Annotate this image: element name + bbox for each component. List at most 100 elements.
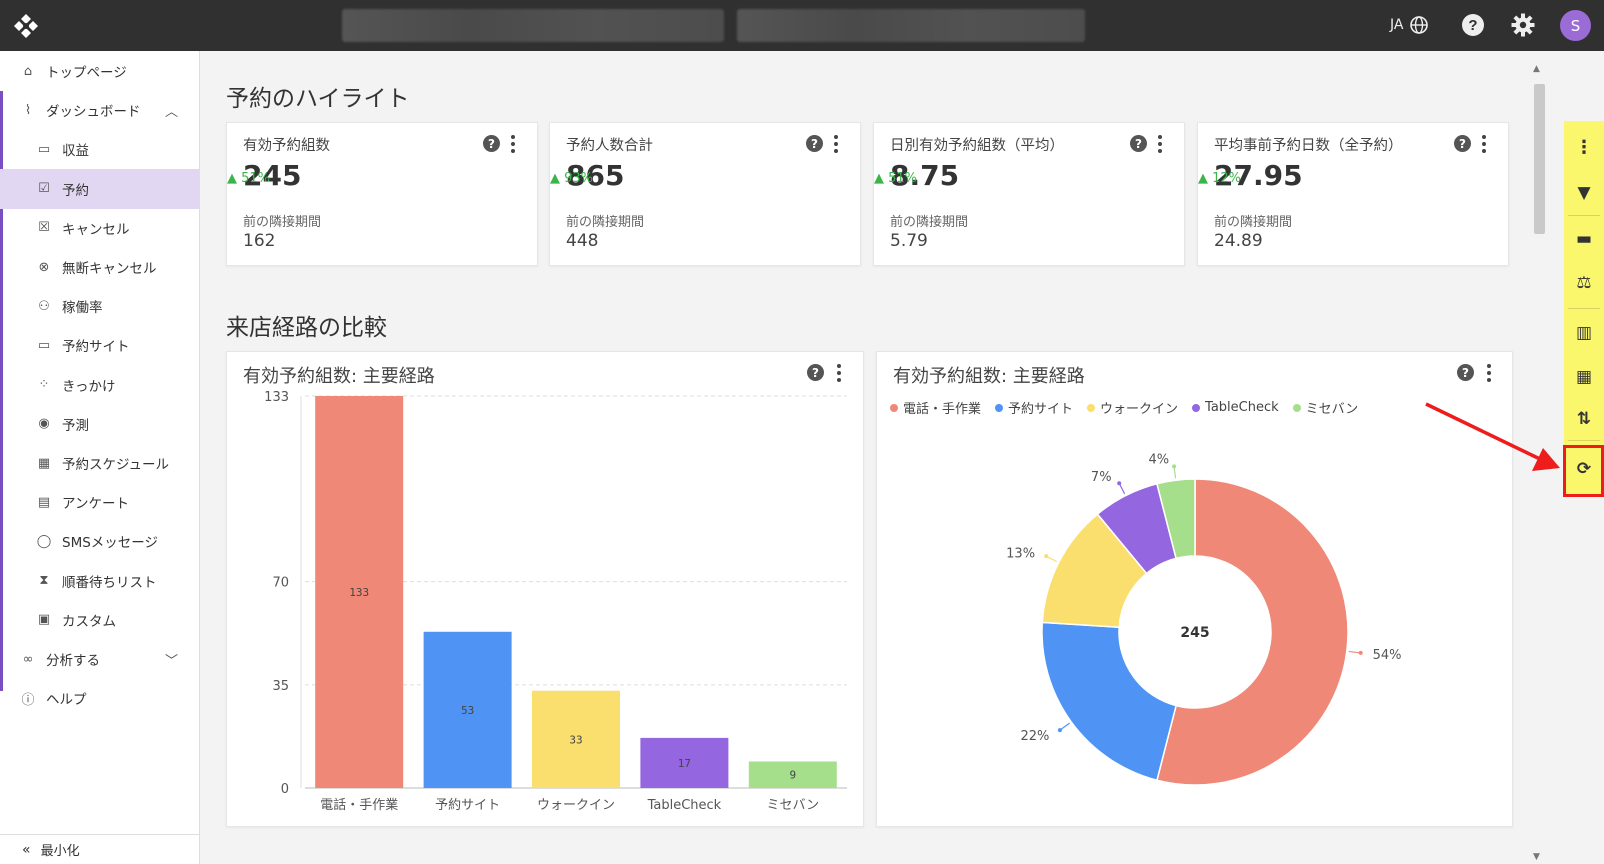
custom-chart-icon: ▣ xyxy=(37,612,51,628)
kpi-change-value: 51% xyxy=(241,171,271,186)
sidebar-item-label: 分析する xyxy=(46,653,100,669)
x-tick-label: ミセバン xyxy=(766,798,819,813)
more-icon[interactable] xyxy=(833,135,839,153)
legend-swatch xyxy=(1292,403,1301,412)
user-avatar[interactable]: S xyxy=(1560,10,1591,41)
sidebar-item[interactable]: ▣ カスタム xyxy=(0,600,200,640)
sidebar-item-label: きっかけ xyxy=(62,378,116,395)
sidebar-item-label: 予約サイト xyxy=(62,339,130,356)
sidebar-item[interactable]: ⌇ ダッシュボード ︿ xyxy=(0,90,200,130)
kpi-previous-label: 前の隣接期間 xyxy=(243,215,322,230)
sidebar-item[interactable]: ◉ 予測 xyxy=(0,404,200,444)
sidebar-item[interactable]: ▦ 予約スケジュール xyxy=(0,443,200,483)
minimize-button[interactable]: « 最小化 xyxy=(0,834,200,864)
language-switch[interactable]: JA xyxy=(1390,15,1429,35)
sidebar-item[interactable]: ▭ 予約サイト xyxy=(0,325,200,365)
legend-item[interactable]: ミセバン xyxy=(1292,398,1358,417)
sidebar-item-label: 予測 xyxy=(62,417,89,434)
legend-item[interactable]: ウォークイン xyxy=(1087,398,1178,417)
x-tick-label: 予約サイト xyxy=(435,798,500,813)
slice-data-label: 4% xyxy=(1148,452,1169,467)
sidebar-item[interactable]: ☑ 予約 xyxy=(0,168,200,209)
up-triangle-icon: ▲ xyxy=(1198,171,1208,186)
binoculars-icon: ∞ xyxy=(22,651,34,667)
help-icon[interactable]: ? xyxy=(1460,12,1486,38)
bar-chart: 0 35 70 133 133 電話・手作業 53 予約サイト 33 ウォークイン 17 TableC… xyxy=(264,390,847,813)
bar-chart-icon[interactable]: ▥ xyxy=(1564,311,1604,355)
sidebar-item-label: ヘルプ xyxy=(46,692,87,709)
sidebar-item-label: トップページ xyxy=(46,65,127,81)
sidebar-item[interactable]: ⓘ ヘルプ xyxy=(0,678,200,718)
bar-chart-card: 有効予約組数: 主要経路 ? 0 35 70 133 133 電話・手作業 53 予約サイト 3… xyxy=(226,351,864,827)
hourglass-icon: ⧗ xyxy=(39,573,49,589)
sidebar-item[interactable]: ◯ SMSメッセージ xyxy=(0,521,200,561)
app-logo-icon[interactable] xyxy=(13,13,39,39)
scale-icon[interactable]: ⚖ xyxy=(1564,261,1604,305)
legend-label: TableCheck xyxy=(1205,400,1279,415)
sidebar-item[interactable]: ∞ 分析する ﹀ xyxy=(0,639,200,679)
x-tick-label: 電話・手作業 xyxy=(320,797,398,813)
chevron-down-icon[interactable]: ﹀ xyxy=(165,650,178,669)
sidebar-item-label: SMSメッセージ xyxy=(62,535,159,552)
bar-data-label: 9 xyxy=(789,769,796,782)
highlights-title: 予約のハイライト xyxy=(226,86,410,112)
scroll-down-arrow-icon[interactable]: ▼ xyxy=(1533,852,1540,862)
kpi-title: 予約人数合計 xyxy=(566,138,653,154)
donut-chart: 54% 22% 13% 7% 4% 245 xyxy=(1006,452,1402,786)
legend-item[interactable]: 電話・手作業 xyxy=(890,398,981,417)
gear-icon[interactable] xyxy=(1510,12,1536,38)
sidebar-item[interactable]: ⚇ 稼働率 xyxy=(0,286,200,326)
label-leader-dot xyxy=(1057,728,1062,733)
sidebar-item[interactable]: ☒ キャンセル xyxy=(0,208,200,248)
sidebar-item[interactable]: ▤ アンケート xyxy=(0,482,200,522)
sidebar-item-label: 無断キャンセル xyxy=(62,261,157,277)
label-leader-dot xyxy=(1117,481,1122,486)
help-icon[interactable]: ? xyxy=(1454,135,1471,152)
label-leader-dot xyxy=(1172,464,1177,469)
chevron-up-icon[interactable]: ︿ xyxy=(165,101,178,120)
y-tick-label: 35 xyxy=(272,679,289,694)
legend-item[interactable]: TableCheck xyxy=(1192,398,1279,417)
x-tick-label: TableCheck xyxy=(647,798,722,813)
sidebar-item[interactable]: ⊗ 無断キャンセル xyxy=(0,247,200,287)
comparison-title: 来店経路の比較 xyxy=(226,315,387,341)
help-icon[interactable]: ? xyxy=(483,135,500,152)
kpi-title: 日別有効予約組数（平均） xyxy=(890,138,1064,154)
more-icon[interactable]: ⋮ xyxy=(1564,125,1604,169)
blurred-selector[interactable] xyxy=(342,9,724,42)
legend-item[interactable]: 予約サイト xyxy=(995,398,1073,417)
y-tick-label: 70 xyxy=(272,576,289,591)
sidebar-item-label: カスタム xyxy=(62,613,116,630)
more-icon[interactable] xyxy=(1157,135,1163,153)
scroll-up-arrow-icon[interactable]: ▲ xyxy=(1533,64,1540,74)
sidebar-item-label: アンケート xyxy=(62,496,129,513)
more-icon[interactable] xyxy=(510,135,516,153)
help-icon[interactable]: ? xyxy=(1130,135,1147,152)
scrollbar-thumb[interactable] xyxy=(1534,84,1545,234)
slice-data-label: 22% xyxy=(1021,729,1050,744)
more-icon[interactable] xyxy=(1481,135,1487,153)
kpi-change: ▲ 51% xyxy=(874,171,917,186)
help-icon[interactable]: ? xyxy=(806,135,823,152)
language-label: JA xyxy=(1390,17,1404,33)
grid-icon[interactable]: ▦ xyxy=(1564,355,1604,399)
minimize-label: 最小化 xyxy=(40,844,80,859)
calendar-icon[interactable]: ▬ xyxy=(1564,217,1604,261)
sidebar-item[interactable]: ⧗ 順番待ちリスト xyxy=(0,561,200,601)
sidebar-item[interactable]: ⌂ トップページ xyxy=(0,51,200,91)
chat-icon: ◯ xyxy=(36,533,52,549)
y-tick-label: 0 xyxy=(281,782,289,797)
legend-label: 電話・手作業 xyxy=(903,402,982,417)
sidebar-item[interactable]: ⁘ きっかけ xyxy=(0,365,200,405)
donut-legend: 電話・手作業 予約サイト ウォークイン TableCheck ミセバン xyxy=(890,398,1358,417)
slice-data-label: 7% xyxy=(1091,470,1112,485)
filter-icon[interactable]: ▼ xyxy=(1564,171,1604,215)
blurred-selector-2[interactable] xyxy=(737,9,1085,42)
annotation-arrow xyxy=(1425,402,1560,471)
sidebar-item[interactable]: ▭ 収益 xyxy=(0,129,200,169)
kpi-change: ▲ 12% xyxy=(1198,171,1241,186)
monitor-icon: ▭ xyxy=(37,337,51,353)
sidebar-item-label: 収益 xyxy=(62,143,89,160)
up-triangle-icon: ▲ xyxy=(227,171,237,186)
legend-label: ウォークイン xyxy=(1100,402,1179,417)
